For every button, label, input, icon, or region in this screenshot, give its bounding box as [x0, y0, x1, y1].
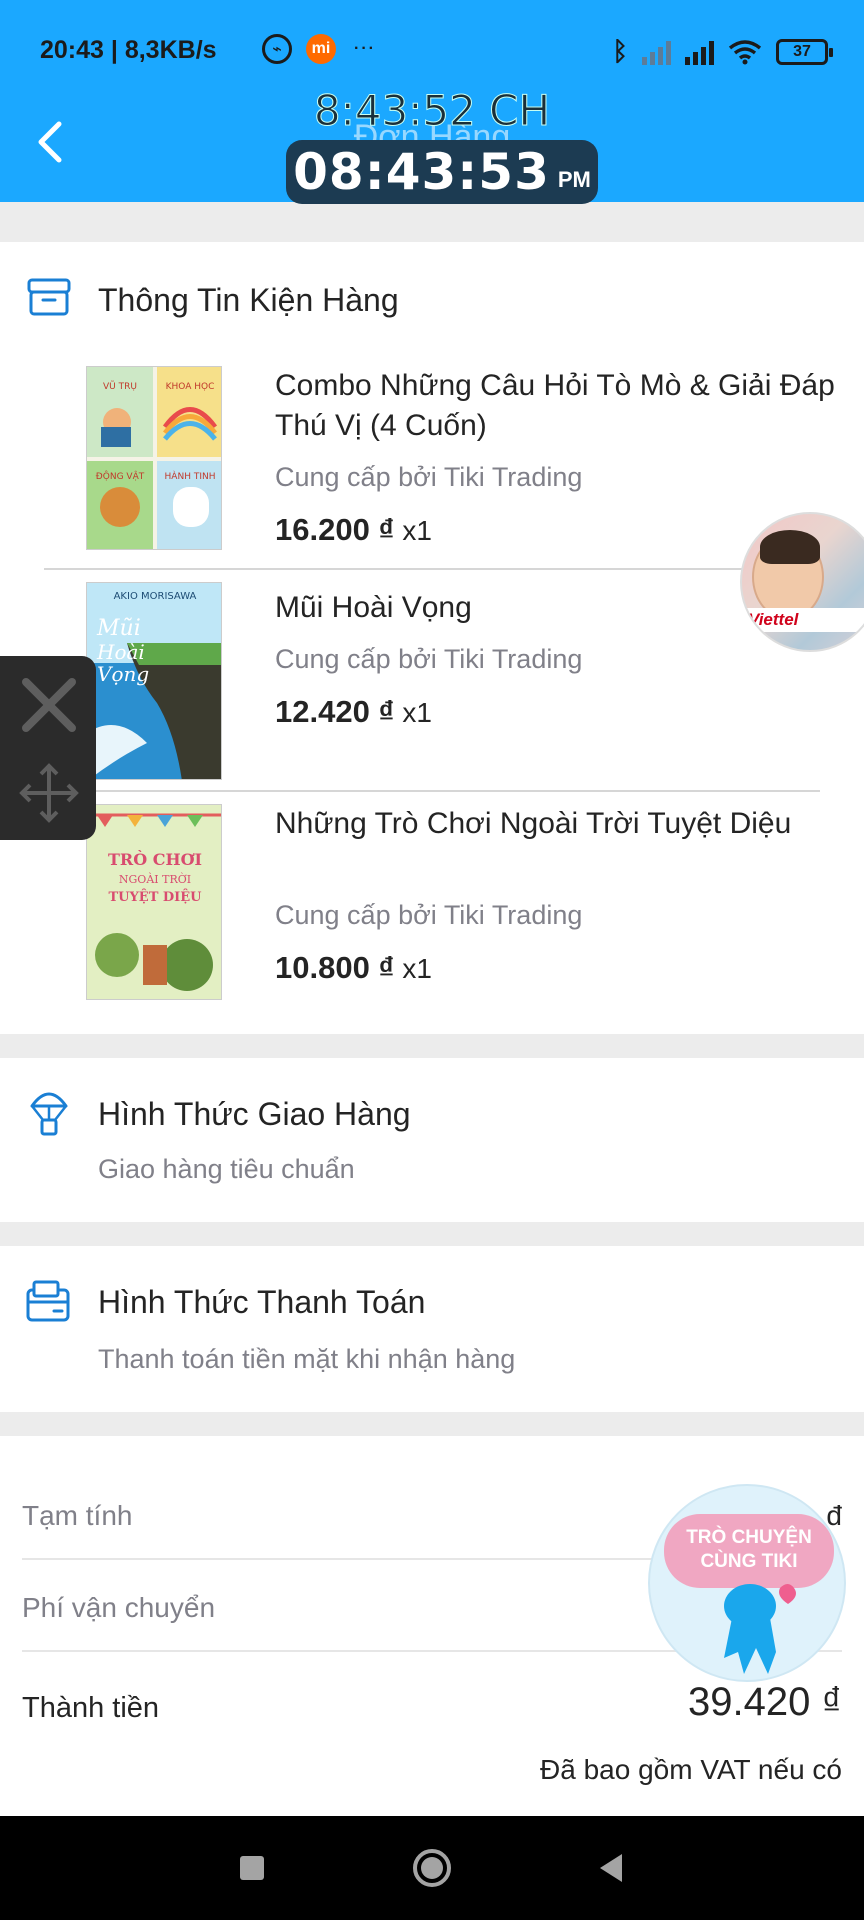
tiki-chat-button[interactable]: TRÒ CHUYỆN CÙNG TIKI — [648, 1484, 846, 1682]
signal-weak-icon — [642, 39, 671, 65]
package-section-title: Thông Tin Kiện Hàng — [98, 282, 399, 318]
product-name[interactable]: Những Trò Chơi Ngoài Trời Tuyệt Diệu — [275, 804, 835, 844]
signal-icon — [685, 39, 714, 65]
total-value: 39.420 ₫ — [688, 1680, 842, 1724]
close-icon[interactable] — [14, 670, 84, 740]
product-price: 16.200 ₫ — [275, 512, 395, 547]
product-price-row: 10.800 ₫ x1 — [275, 950, 432, 986]
payment-section-title: Hình Thức Thanh Toán — [98, 1284, 426, 1320]
move-icon[interactable] — [14, 758, 84, 828]
product-thumbnail[interactable]: AKIO MORISAWA Mũi Hoài Vọng — [86, 582, 222, 780]
shipping-section-title: Hình Thức Giao Hàng — [98, 1096, 411, 1132]
back-nav-button[interactable] — [590, 1846, 634, 1890]
vat-note: Đã bao gồm VAT nếu có — [540, 1754, 842, 1785]
book-cover-combo-image: VŨ TRỤ KHOA HỌC ĐỘNG VẬT HÀNH TINH — [87, 367, 221, 549]
product-price: 12.420 ₫ — [275, 694, 395, 729]
shipping-fee-label: Phí vận chuyển — [22, 1592, 216, 1623]
svg-text:KHOA HỌC: KHOA HỌC — [166, 382, 215, 392]
item-divider — [44, 568, 820, 570]
bluetooth-icon: ᛒ — [612, 36, 628, 66]
subtotal-label: Tạm tính — [22, 1500, 133, 1531]
svg-text:TUYỆT DIỆU: TUYỆT DIỆU — [109, 889, 203, 905]
status-time: 20:43 | 8,3KB/s — [40, 36, 217, 64]
tiki-mascot-icon — [724, 1584, 796, 1674]
product-qty: x1 — [402, 515, 432, 546]
messenger-icon: ⌁ — [262, 34, 292, 64]
chat-bubble-text: TRÒ CHUYỆN CÙNG TIKI — [664, 1514, 834, 1588]
app-header: 20:43 | 8,3KB/s ⌁ mi ··· ᛒ 37 Đơn Hàng 8… — [0, 0, 864, 204]
svg-text:TRÒ CHƠI: TRÒ CHƠI — [108, 849, 202, 869]
book-cover-mui-hoai-vong-image: AKIO MORISAWA Mũi Hoài Vọng — [87, 583, 221, 779]
recent-apps-button[interactable] — [230, 1846, 274, 1890]
overlay-clock-widget[interactable]: 08:43:53 PM — [286, 140, 598, 204]
payment-cash-icon — [26, 1280, 70, 1322]
svg-text:Hoài: Hoài — [96, 640, 145, 664]
more-notifications-icon: ··· — [354, 40, 376, 57]
product-price-row: 16.200 ₫ x1 — [275, 512, 432, 548]
product-thumbnail[interactable]: TRÒ CHƠI NGOÀI TRỜI TUYỆT DIỆU — [86, 804, 222, 1000]
system-navigation-bar — [0, 1816, 864, 1920]
shipping-method-card: Hình Thức Giao Hàng Giao hàng tiêu chuẩn — [0, 1058, 864, 1222]
shipping-method-value: Giao hàng tiêu chuẩn — [98, 1154, 355, 1184]
product-seller: Cung cấp bởi Tiki Trading — [275, 900, 583, 930]
svg-text:HÀNH TINH: HÀNH TINH — [165, 470, 216, 482]
product-thumbnail[interactable]: VŨ TRỤ KHOA HỌC ĐỘNG VẬT HÀNH TINH — [86, 366, 222, 550]
item-divider — [86, 790, 820, 792]
overlay-clock-time: 08:43:53 — [293, 143, 550, 201]
avatar-brand-label: Viettel — [742, 608, 864, 632]
product-qty: x1 — [402, 697, 432, 728]
battery-icon: 37 — [776, 38, 833, 65]
product-price: 10.800 ₫ — [275, 950, 395, 985]
overlay-clock-ampm: PM — [557, 167, 591, 192]
product-price-row: 12.420 ₫ x1 — [275, 694, 432, 730]
svg-text:VŨ TRỤ: VŨ TRỤ — [103, 380, 137, 392]
svg-text:NGOÀI TRỜI: NGOÀI TRỜI — [119, 872, 191, 886]
book-cover-tro-choi-ngoai-troi-image: TRÒ CHƠI NGOÀI TRỜI TUYỆT DIỆU — [87, 805, 221, 999]
parachute-delivery-icon — [30, 1092, 68, 1136]
svg-text:ĐỘNG VẬT: ĐỘNG VẬT — [96, 470, 145, 482]
mi-app-icon: mi — [306, 34, 336, 64]
svg-text:Mũi: Mũi — [96, 616, 141, 641]
product-seller: Cung cấp bởi Tiki Trading — [275, 462, 583, 492]
total-label: Thành tiền — [22, 1692, 160, 1724]
package-info-card: Thông Tin Kiện Hàng VŨ TRỤ KHOA HỌC ĐỘNG… — [0, 242, 864, 1034]
payment-method-card: Hình Thức Thanh Toán Thanh toán tiền mặt… — [0, 1246, 864, 1412]
status-notification-icons: ⌁ mi ··· — [262, 34, 380, 64]
box-icon — [27, 278, 71, 316]
home-button[interactable] — [410, 1846, 454, 1890]
status-system-icons: ᛒ 37 — [612, 36, 833, 67]
wifi-icon — [728, 39, 762, 64]
product-qty: x1 — [402, 953, 432, 984]
floating-chat-head-avatar[interactable]: Viettel — [740, 512, 864, 652]
svg-text:Vọng: Vọng — [97, 662, 149, 686]
payment-method-value: Thanh toán tiền mặt khi nhận hàng — [98, 1344, 516, 1374]
svg-text:AKIO MORISAWA: AKIO MORISAWA — [114, 591, 197, 602]
product-name[interactable]: Combo Những Câu Hỏi Tò Mò & Giải Đáp Thú… — [275, 366, 835, 446]
floating-overlay-controls — [0, 656, 96, 840]
product-seller: Cung cấp bởi Tiki Trading — [275, 644, 583, 674]
overlay-clock-label: 8:43:52 CH — [313, 86, 551, 136]
